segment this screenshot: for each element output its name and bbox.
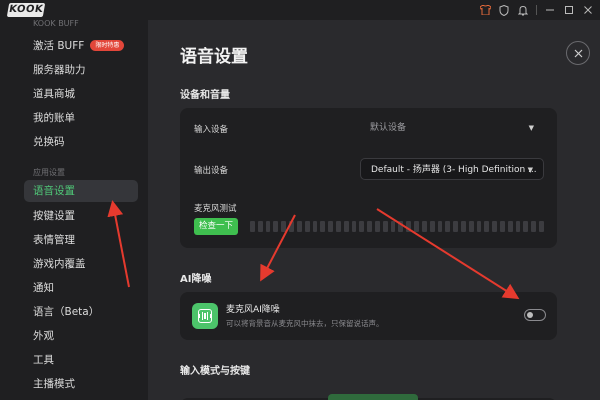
meter-segment xyxy=(335,221,341,232)
chevron-down-icon: ▼ xyxy=(527,166,533,174)
sidebar-item-emoji-manage[interactable]: 表情管理 xyxy=(24,229,138,251)
window-controls xyxy=(477,2,596,18)
meter-segment xyxy=(250,221,255,232)
input-device-value: 默认设备 xyxy=(370,123,407,133)
meter-segment xyxy=(265,221,271,232)
output-device-value: Default - 扬声器 (3- High Definition ... xyxy=(371,165,537,175)
sidebar-item-item-store[interactable]: 道具商城 xyxy=(24,83,138,105)
minimize-icon[interactable] xyxy=(542,2,558,18)
chevron-down-icon: ▼ xyxy=(528,124,534,132)
kook-logo: KOOK xyxy=(6,3,46,17)
output-device-label: 输出设备 xyxy=(194,166,229,176)
meter-segment xyxy=(343,221,349,232)
sidebar-section-kook-buff: KOOK BUFF xyxy=(33,19,79,28)
meter-segment xyxy=(296,221,302,232)
meter-segment xyxy=(523,221,529,232)
sidebar-item-key-settings[interactable]: 按键设置 xyxy=(24,205,138,227)
meter-segment xyxy=(507,221,513,232)
close-icon xyxy=(574,49,582,57)
meter-segment xyxy=(390,221,396,232)
meter-segment xyxy=(375,221,380,232)
meter-segment xyxy=(406,221,412,232)
meter-segment xyxy=(531,221,537,232)
meter-segment xyxy=(468,221,474,232)
sidebar-item-redeem-code[interactable]: 兑换码 xyxy=(24,131,138,153)
sidebar-item-language[interactable]: 语言（Beta） xyxy=(24,301,138,323)
sidebar-item-my-bills[interactable]: 我的账单 xyxy=(24,107,138,129)
shield-icon[interactable] xyxy=(496,2,512,18)
meter-segment xyxy=(414,221,419,232)
meter-segment xyxy=(460,221,466,232)
meter-segment xyxy=(312,221,318,232)
meter-segment xyxy=(515,221,521,232)
sidebar-item-voice-settings[interactable]: 语音设置 xyxy=(24,180,138,202)
meter-segment xyxy=(500,221,505,232)
close-settings-button[interactable] xyxy=(566,41,590,65)
meter-segment xyxy=(289,221,294,232)
bell-icon[interactable] xyxy=(515,2,531,18)
ai-noise-card: 麦克风AI降噪 可以将背景音从麦克风中抹去，只保留说话声。 xyxy=(180,292,557,340)
mic-check-button[interactable]: 检查一下 xyxy=(194,218,238,235)
mic-level-meter xyxy=(250,221,544,232)
shirt-icon[interactable] xyxy=(477,2,493,18)
sidebar-section-app-settings: 应用设置 xyxy=(33,168,65,177)
meter-segment xyxy=(484,221,490,232)
meter-segment xyxy=(320,221,326,232)
meter-segment xyxy=(421,221,427,232)
meter-segment xyxy=(539,221,544,232)
ai-noise-heading: AI降噪 xyxy=(180,274,212,285)
meter-segment xyxy=(273,221,279,232)
meter-segment xyxy=(429,221,435,232)
settings-sidebar: KOOK BUFF 激活 BUFF 限时特惠 服务器助力 道具商城 我的账单 兑换… xyxy=(0,19,148,400)
sidebar-item-server-boost[interactable]: 服务器助力 xyxy=(24,59,138,81)
device-card: 输入设备 默认设备 ▼ 输出设备 Default - 扬声器 (3- High … xyxy=(180,108,557,248)
noise-suppression-icon xyxy=(192,303,218,329)
meter-segment xyxy=(398,221,404,232)
sidebar-item-tools[interactable]: 工具 xyxy=(24,349,138,371)
meter-segment xyxy=(351,221,357,232)
toggle-knob xyxy=(527,312,533,318)
ai-noise-description: 可以将背景音从麦克风中抹去，只保留说话声。 xyxy=(226,319,384,328)
meter-segment xyxy=(382,221,388,232)
sidebar-item-game-overlay[interactable]: 游戏内覆盖 xyxy=(24,253,138,275)
meter-segment xyxy=(367,221,372,232)
output-device-select[interactable]: Default - 扬声器 (3- High Definition ... ▼ xyxy=(360,158,544,180)
mic-test-label: 麦克风测试 xyxy=(194,204,237,214)
main-panel: 语音设置 设备和音量 输入设备 默认设备 ▼ 输出设备 Default - 扬声… xyxy=(148,20,600,400)
ai-noise-toggle[interactable] xyxy=(524,309,546,321)
meter-segment xyxy=(445,221,451,232)
ai-noise-title: 麦克风AI降噪 xyxy=(226,305,280,315)
meter-segment xyxy=(492,221,497,232)
input-device-select[interactable]: 默认设备 ▼ xyxy=(360,117,544,139)
meter-segment xyxy=(257,221,263,232)
meter-segment xyxy=(453,221,458,232)
page-title: 语音设置 xyxy=(180,47,248,67)
meter-segment xyxy=(281,221,287,232)
sidebar-item-activate-buff[interactable]: 激活 BUFF 限时特惠 xyxy=(24,35,138,57)
sidebar-item-streamer-mode[interactable]: 主播模式 xyxy=(24,373,138,395)
title-bar: KOOK xyxy=(0,0,600,20)
input-mode-heading: 输入模式与按键 xyxy=(180,366,250,377)
device-volume-heading: 设备和音量 xyxy=(180,90,230,101)
sidebar-item-notifications[interactable]: 通知 xyxy=(24,277,138,299)
input-mode-option[interactable] xyxy=(328,394,418,400)
sidebar-item-appearance[interactable]: 外观 xyxy=(24,325,138,347)
maximize-icon[interactable] xyxy=(561,2,577,18)
input-device-label: 输入设备 xyxy=(194,125,229,135)
meter-segment xyxy=(304,221,310,232)
meter-segment xyxy=(328,221,333,232)
meter-segment xyxy=(359,221,365,232)
promo-badge: 限时特惠 xyxy=(90,40,125,51)
sidebar-item-label: 激活 BUFF xyxy=(33,40,85,52)
meter-segment xyxy=(476,221,482,232)
close-icon[interactable] xyxy=(580,2,596,18)
meter-segment xyxy=(437,221,443,232)
titlebar-divider xyxy=(536,5,537,15)
